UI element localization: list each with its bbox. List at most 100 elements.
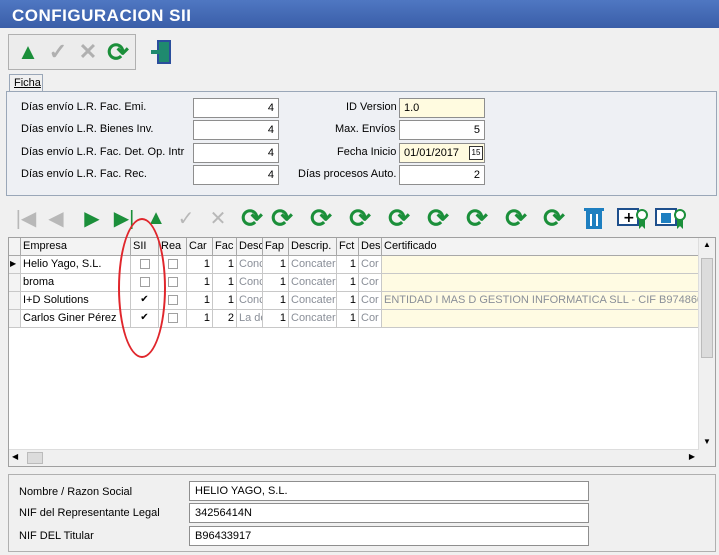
table-row[interactable]: I+D Solutions ✔ 1 1 Conc 1 Concater 1 Cor ENTIDAD… xyxy=(9,292,699,310)
refresh-icon[interactable]: ⟳ xyxy=(238,203,266,233)
hscroll-thumb[interactable] xyxy=(27,452,43,464)
cell-car[interactable]: 1 xyxy=(187,310,213,328)
col-des[interactable]: Des xyxy=(359,238,382,256)
cell-cert[interactable] xyxy=(382,274,699,292)
scroll-thumb[interactable] xyxy=(701,258,713,358)
row-indicator[interactable]: ▶ xyxy=(9,256,21,274)
refresh-adose-icon[interactable]: ⟳ xyxy=(385,203,413,233)
table-row[interactable]: ▶ Helio Yago, S.L. 1 1 Conc 1 Concater 1 Cor xyxy=(9,256,699,274)
checkbox[interactable] xyxy=(139,277,150,288)
scroll-left-icon[interactable]: ◀ xyxy=(12,452,18,461)
row-indicator[interactable] xyxy=(9,274,21,292)
nif-rep-field[interactable]: 34256414N xyxy=(189,503,589,523)
id-version-field[interactable]: 1.0 xyxy=(399,98,485,118)
cell-des[interactable]: Cor xyxy=(359,256,382,274)
cell-des[interactable]: Cor xyxy=(359,274,382,292)
col-desc[interactable]: Desc xyxy=(237,238,263,256)
table-row[interactable]: Carlos Giner Pérez✔12La de1Concater1Cor xyxy=(9,310,699,328)
next-record-icon[interactable]: ▶ xyxy=(78,204,106,232)
dias-procesos-field[interactable]: 2 xyxy=(399,165,485,185)
checkbox[interactable] xyxy=(167,277,178,288)
scroll-up-icon[interactable]: ▲ xyxy=(703,240,711,249)
col-fct[interactable]: Fct xyxy=(337,238,359,256)
last-record-icon[interactable]: ▶| xyxy=(110,204,138,232)
cell-descrip[interactable]: Concater xyxy=(289,274,337,292)
row-indicator[interactable] xyxy=(9,292,21,310)
cell-desc[interactable]: Conc xyxy=(237,274,263,292)
nombre-field[interactable]: HELIO YAGO, S.L. xyxy=(189,481,589,501)
cell-rea[interactable] xyxy=(159,310,187,328)
cell-rea[interactable] xyxy=(159,292,187,310)
checkbox[interactable]: ✔ xyxy=(139,295,150,306)
cell-desc[interactable]: Conc xyxy=(237,292,263,310)
up-arrow-icon[interactable]: ▲ xyxy=(142,204,170,232)
dias-rec-field[interactable]: 4 xyxy=(193,165,279,185)
row-indicator[interactable] xyxy=(9,310,21,328)
up-arrow-icon[interactable]: ▲ xyxy=(15,39,41,65)
dias-emi-field[interactable]: 4 xyxy=(193,98,279,118)
cell-rea[interactable] xyxy=(159,256,187,274)
cell-sii[interactable] xyxy=(131,256,159,274)
col-sii[interactable]: SII xyxy=(131,238,159,256)
col-fac[interactable]: Fac xyxy=(213,238,237,256)
grid-horizontal-scrollbar[interactable]: ◀ ▶ xyxy=(9,449,699,466)
cell-empresa[interactable]: broma xyxy=(21,274,131,292)
cell-descrip[interactable]: Concater xyxy=(289,292,337,310)
cell-rea[interactable] xyxy=(159,274,187,292)
x-icon[interactable]: ✕ xyxy=(204,204,232,232)
nif-tit-field[interactable]: B96433917 xyxy=(189,526,589,546)
cell-sii[interactable] xyxy=(131,274,159,292)
col-empresa[interactable]: Empresa xyxy=(21,238,131,256)
dias-det-field[interactable]: 4 xyxy=(193,143,279,163)
grid-vertical-scrollbar[interactable]: ▲ ▼ xyxy=(698,238,715,466)
col-certificado[interactable]: Certificado xyxy=(382,238,699,256)
checkbox[interactable] xyxy=(167,295,178,306)
add-certificate-icon[interactable]: + xyxy=(616,204,650,232)
cell-car[interactable]: 1 xyxy=(187,292,213,310)
cell-fap[interactable]: 1 xyxy=(263,256,289,274)
cell-cert[interactable]: ENTIDAD I MAS D GESTION INFORMATICA SLL … xyxy=(382,292,699,310)
cell-fac[interactable]: 1 xyxy=(213,256,237,274)
x-icon[interactable]: ✕ xyxy=(75,39,101,65)
refresh-lrfr2-icon[interactable]: ⟳ xyxy=(424,203,452,233)
cell-fct[interactable]: 1 xyxy=(337,292,359,310)
tab-ficha[interactable]: Ficha xyxy=(9,74,43,92)
cell-des[interactable]: Cor xyxy=(359,310,382,328)
refresh-lrfr-icon[interactable]: ⟳ xyxy=(307,203,335,233)
max-envios-field[interactable]: 5 xyxy=(399,120,485,140)
cell-car[interactable]: 1 xyxy=(187,256,213,274)
first-record-icon[interactable]: |◀ xyxy=(12,204,40,232)
cell-sii[interactable]: ✔ xyxy=(131,292,159,310)
cell-descrip[interactable]: Concater xyxy=(289,256,337,274)
cell-des[interactable]: Cor xyxy=(359,292,382,310)
checkbox[interactable]: ✔ xyxy=(139,313,150,324)
empresas-grid[interactable]: Empresa SII Rea Car Fac Desc Fap Descrip… xyxy=(8,237,716,467)
col-descrip[interactable]: Descrip. xyxy=(289,238,337,256)
cell-cert[interactable] xyxy=(382,310,699,328)
refresh-all-icon[interactable]: ⟳ xyxy=(540,203,568,233)
cell-fct[interactable]: 1 xyxy=(337,256,359,274)
refresh-afr-icon[interactable]: ⟳ xyxy=(463,203,491,233)
col-fap[interactable]: Fap xyxy=(263,238,289,256)
refresh-lgro-icon[interactable]: ⟳ xyxy=(502,203,530,233)
prev-record-icon[interactable]: ◀ xyxy=(42,204,70,232)
cell-desc[interactable]: La de xyxy=(237,310,263,328)
dias-bienes-field[interactable]: 4 xyxy=(193,120,279,140)
cell-desc[interactable]: Conc xyxy=(237,256,263,274)
refresh-lrfe-icon[interactable]: ⟳ xyxy=(268,203,296,233)
cell-fap[interactable]: 1 xyxy=(263,292,289,310)
cell-fac[interactable]: 2 xyxy=(213,310,237,328)
refresh-lrbi-icon[interactable]: ⟳ xyxy=(346,203,374,233)
scroll-right-icon[interactable]: ▶ xyxy=(689,452,695,461)
checkbox[interactable] xyxy=(139,259,150,270)
table-row[interactable]: broma 1 1 Conc 1 Concater 1 Cor xyxy=(9,274,699,292)
cell-car[interactable]: 1 xyxy=(187,274,213,292)
cell-sii[interactable]: ✔ xyxy=(131,310,159,328)
cell-descrip[interactable]: Concater xyxy=(289,310,337,328)
cell-fap[interactable]: 1 xyxy=(263,310,289,328)
cell-empresa[interactable]: I+D Solutions xyxy=(21,292,131,310)
cell-cert[interactable] xyxy=(382,256,699,274)
exit-button[interactable] xyxy=(142,34,182,70)
refresh-icon[interactable]: ⟳ xyxy=(105,37,131,67)
cell-fac[interactable]: 1 xyxy=(213,274,237,292)
